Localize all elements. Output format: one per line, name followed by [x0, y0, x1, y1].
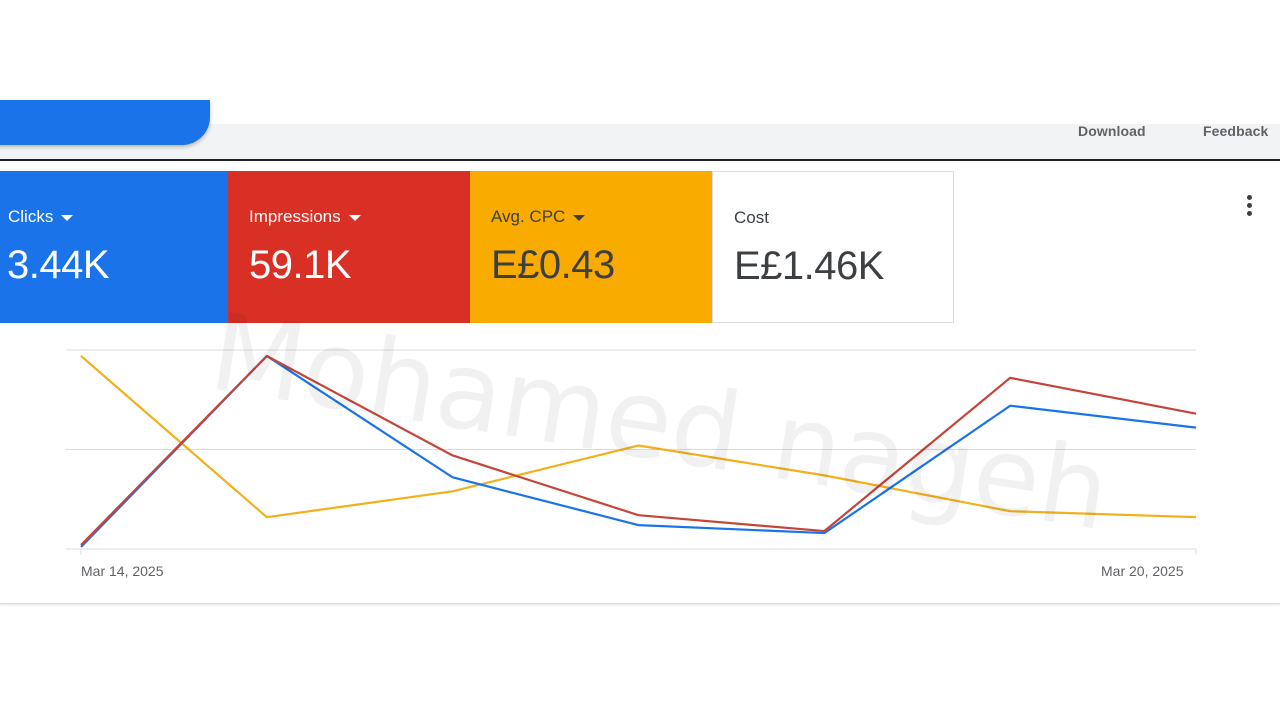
impressions-label: Impressions: [249, 207, 341, 226]
series-line-impressions[interactable]: [80, 354, 1197, 546]
chart-series: [80, 354, 1197, 548]
metric-label-cost: Cost: [734, 208, 769, 228]
metric-tile-impressions[interactable]: Impressions 59.1K: [228, 171, 470, 323]
dropdown-caret-icon[interactable]: [61, 215, 74, 221]
series-line-clicks[interactable]: [80, 354, 1197, 548]
cost-label: Cost: [734, 208, 769, 227]
kebab-dot: [1246, 210, 1252, 216]
x-axis-tick-end: Mar 20, 2025: [1101, 563, 1184, 579]
avg-cpc-value: E£0.43: [491, 243, 615, 287]
download-button[interactable]: Download: [1078, 123, 1146, 139]
metric-label-impressions: Impressions: [249, 207, 361, 227]
metric-tile-avg-cpc[interactable]: Avg. CPC E£0.43: [470, 171, 712, 323]
dropdown-caret-icon[interactable]: [348, 215, 361, 221]
kebab-dot: [1246, 194, 1252, 200]
dropdown-caret-icon[interactable]: [573, 215, 586, 221]
metric-label-clicks: Clicks: [8, 207, 74, 227]
more-vert-icon[interactable]: [1238, 190, 1260, 220]
create-button[interactable]: [0, 100, 210, 145]
metric-label-avg-cpc: Avg. CPC: [491, 207, 586, 227]
toolbar-divider: [0, 159, 1280, 161]
impressions-value: 59.1K: [249, 243, 352, 287]
performance-line-chart: [66, 349, 1197, 555]
x-axis-tick-start: Mar 14, 2025: [81, 563, 164, 579]
metric-tile-clicks[interactable]: Clicks 3.44K: [0, 171, 228, 323]
metric-tile-cost[interactable]: Cost E£1.46K: [712, 171, 954, 323]
clicks-value: 3.44K: [7, 243, 110, 287]
avg-cpc-label: Avg. CPC: [491, 207, 566, 226]
feedback-button[interactable]: Feedback: [1203, 123, 1268, 139]
series-line-avg-cpc[interactable]: [80, 355, 1197, 519]
cost-value: E£1.46K: [734, 244, 884, 288]
kebab-dot: [1246, 202, 1252, 208]
clicks-label: Clicks: [8, 207, 54, 226]
